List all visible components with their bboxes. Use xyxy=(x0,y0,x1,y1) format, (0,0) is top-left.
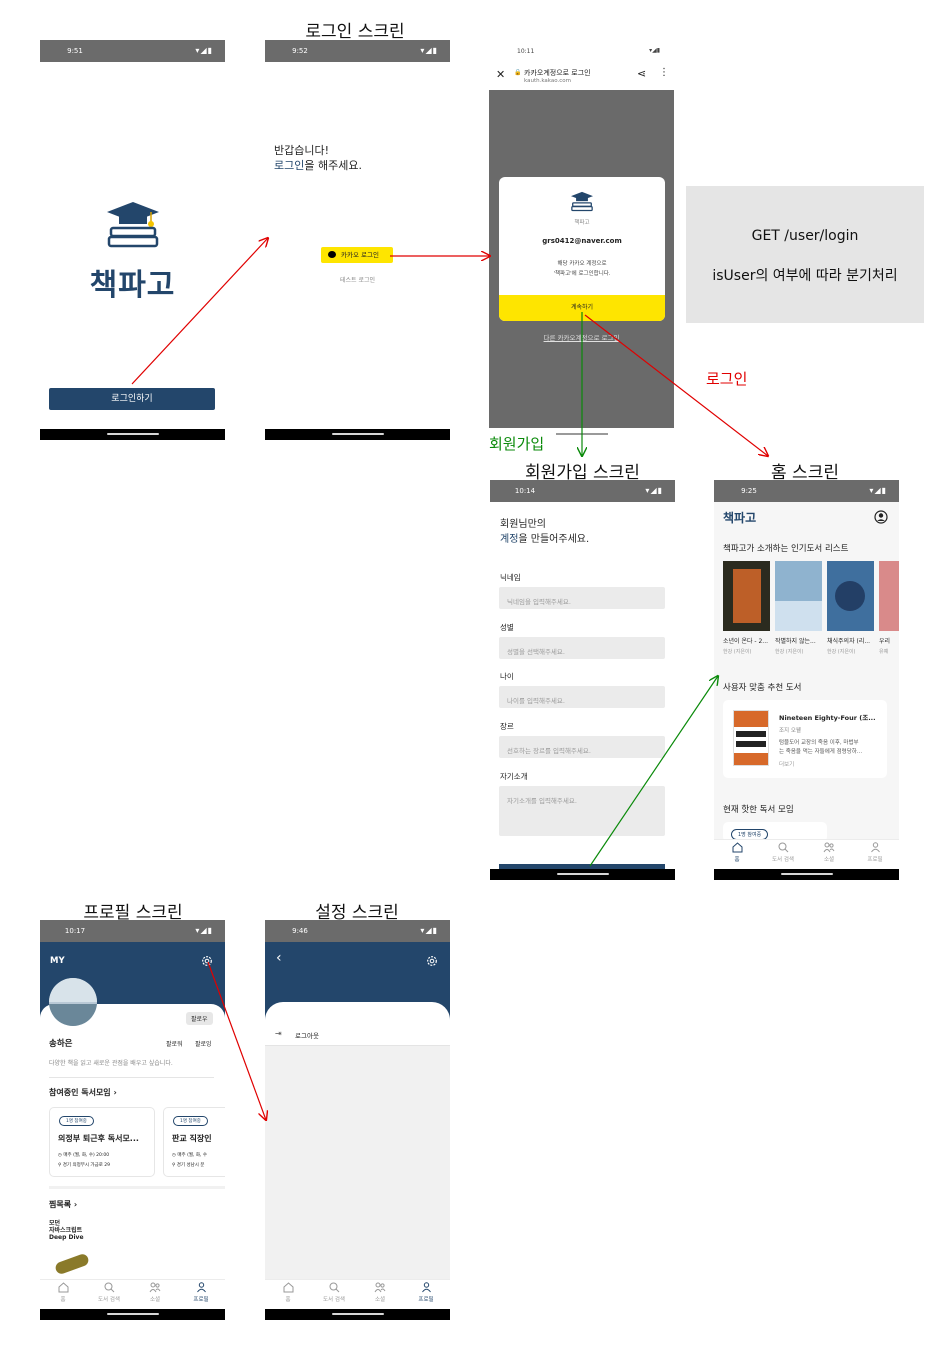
arrow-signup-to-home xyxy=(589,676,718,867)
arrow-splash-to-login xyxy=(131,238,268,385)
flow-arrows xyxy=(131,0,938,1360)
edge-label-login: 로그인 xyxy=(706,370,748,388)
edge-label-signup: 회원가입 xyxy=(489,435,545,453)
arrow-profile-to-settings xyxy=(207,961,266,1120)
